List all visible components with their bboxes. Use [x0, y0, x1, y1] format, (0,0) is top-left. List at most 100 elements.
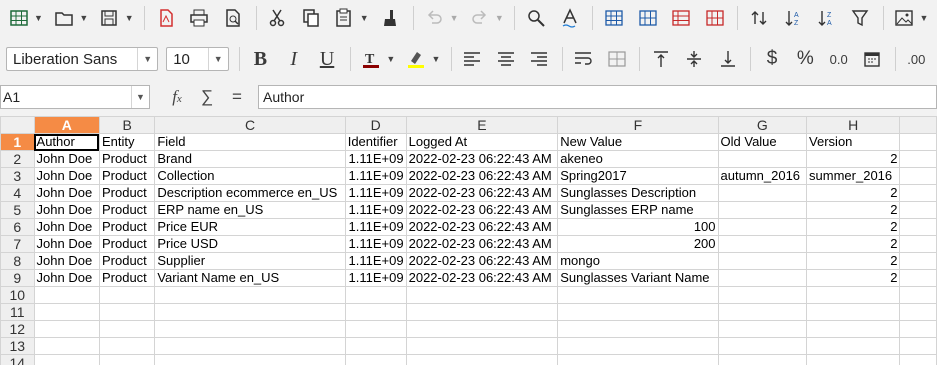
cell[interactable] [154, 320, 346, 338]
delete-rows-icon[interactable] [702, 5, 728, 31]
cell[interactable] [557, 320, 719, 338]
open-icon[interactable] [51, 5, 77, 31]
cell[interactable]: Author [33, 133, 100, 151]
row-header[interactable]: 3 [0, 167, 35, 185]
cell[interactable]: 2022-02-23 06:22:43 AM [405, 218, 559, 236]
cell[interactable] [344, 337, 407, 355]
cell[interactable]: Sunglasses Variant Name [557, 269, 719, 287]
insert-image-icon[interactable] [892, 5, 918, 31]
cell[interactable] [405, 320, 559, 338]
row-header[interactable]: 6 [0, 218, 35, 236]
cell[interactable] [899, 320, 937, 338]
row-header[interactable]: 7 [0, 235, 35, 253]
cell[interactable] [899, 218, 937, 236]
chevron-down-icon[interactable]: ▼ [137, 48, 157, 70]
cell[interactable] [899, 184, 937, 202]
cell[interactable] [717, 286, 808, 304]
row-header[interactable]: 14 [0, 354, 35, 365]
column-header[interactable]: D [344, 116, 407, 134]
cell[interactable]: Identifier [344, 133, 407, 151]
cell[interactable]: 2 [806, 184, 901, 202]
cell[interactable]: John Doe [33, 269, 100, 287]
cell[interactable] [806, 286, 901, 304]
cell[interactable] [717, 252, 808, 270]
row-header[interactable]: 5 [0, 201, 35, 219]
cell[interactable]: John Doe [33, 252, 100, 270]
row-header[interactable]: 11 [0, 303, 35, 321]
row-header[interactable]: 13 [0, 337, 35, 355]
cell[interactable] [806, 354, 901, 365]
cell[interactable]: Sunglasses Description [557, 184, 719, 202]
cell[interactable]: Logged At [405, 133, 559, 151]
cell[interactable] [405, 337, 559, 355]
cell[interactable] [717, 354, 808, 365]
cell[interactable]: 2022-02-23 06:22:43 AM [405, 269, 559, 287]
cell[interactable] [806, 337, 901, 355]
cell[interactable] [344, 286, 407, 304]
cell[interactable] [33, 303, 100, 321]
cell[interactable] [344, 303, 407, 321]
row-header[interactable]: 8 [0, 252, 35, 270]
row-header[interactable]: 12 [0, 320, 35, 338]
cell[interactable]: 200 [557, 235, 719, 253]
italic-icon[interactable]: I [281, 46, 306, 72]
align-left-icon[interactable] [460, 46, 485, 72]
cell[interactable]: mongo [557, 252, 719, 270]
cell[interactable] [98, 286, 156, 304]
row-header[interactable]: 2 [0, 150, 35, 168]
font-size-select[interactable]: 10 ▼ [166, 47, 229, 71]
undo-icon[interactable] [422, 5, 448, 31]
cell[interactable] [557, 354, 719, 365]
align-top-icon[interactable] [648, 46, 673, 72]
row-header[interactable]: 9 [0, 269, 35, 287]
select-all-corner[interactable] [0, 116, 35, 134]
center-vertically-icon[interactable] [682, 46, 707, 72]
row-icon[interactable] [601, 5, 627, 31]
column-header[interactable]: F [557, 116, 719, 134]
add-decimal-icon[interactable]: .00 [904, 46, 929, 72]
cell[interactable]: 2 [806, 252, 901, 270]
cell[interactable]: Sunglasses ERP name [557, 201, 719, 219]
cell[interactable]: 1.11E+09 [344, 167, 407, 185]
chevron-down-icon[interactable]: ▼ [359, 5, 369, 31]
spreadsheet-grid[interactable]: A B C D E F G H 1 Author Entity Field Identi… [0, 116, 937, 365]
save-icon[interactable] [97, 5, 123, 31]
cell[interactable]: 1.11E+09 [344, 235, 407, 253]
cell[interactable]: 2 [806, 150, 901, 168]
copy-icon[interactable] [298, 5, 324, 31]
highlight-color-icon[interactable] [404, 46, 429, 72]
cell[interactable]: 100 [557, 218, 719, 236]
cell[interactable]: ERP name en_US [154, 201, 346, 219]
cell[interactable] [717, 337, 808, 355]
chevron-down-icon[interactable]: ▼ [79, 5, 89, 31]
cell[interactable] [717, 218, 808, 236]
cell[interactable] [154, 303, 346, 321]
align-right-icon[interactable] [526, 46, 551, 72]
percent-format-icon[interactable]: % [793, 46, 818, 72]
cell[interactable]: Old Value [717, 133, 808, 151]
cell[interactable] [33, 286, 100, 304]
cell[interactable] [899, 150, 937, 168]
underline-icon[interactable]: U [314, 46, 339, 72]
cell[interactable] [717, 303, 808, 321]
cell[interactable]: Price EUR [154, 218, 346, 236]
merge-cells-icon[interactable] [604, 46, 629, 72]
chevron-down-icon[interactable]: ▼ [207, 48, 228, 70]
name-box[interactable]: A1 ▼ [0, 85, 150, 109]
cell[interactable] [98, 303, 156, 321]
cell[interactable]: Product [98, 184, 156, 202]
column-header[interactable]: B [98, 116, 156, 134]
cell[interactable] [557, 337, 719, 355]
cell[interactable] [899, 167, 937, 185]
chevron-down-icon[interactable]: ▼ [431, 46, 441, 72]
chevron-down-icon[interactable]: ▼ [124, 5, 134, 31]
column-header-blank[interactable] [899, 116, 937, 134]
align-center-icon[interactable] [493, 46, 518, 72]
sheet-icon[interactable] [6, 5, 32, 31]
column-header[interactable]: C [154, 116, 346, 134]
chevron-down-icon[interactable]: ▼ [34, 5, 44, 31]
chevron-down-icon[interactable]: ▼ [494, 5, 504, 31]
cell[interactable] [717, 201, 808, 219]
export-pdf-icon[interactable] [153, 5, 179, 31]
number-format-icon[interactable]: 0.0 [826, 46, 851, 72]
